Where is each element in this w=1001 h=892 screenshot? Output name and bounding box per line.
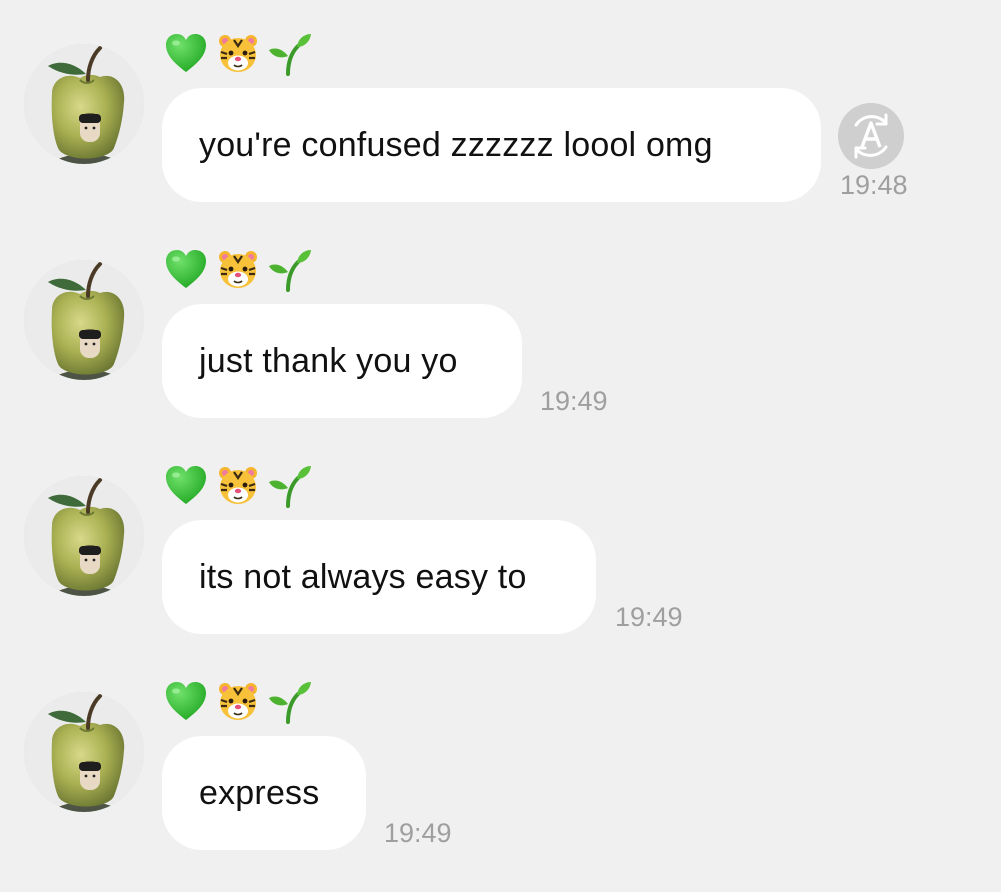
green-heart-icon	[164, 680, 208, 724]
sender-name[interactable]	[164, 30, 312, 78]
translate-icon[interactable]	[836, 101, 906, 171]
avatar[interactable]	[24, 692, 144, 812]
message-bubble[interactable]: you're confused zzzzzz loool omg	[162, 88, 821, 202]
message-row: its not always easy to 19:49	[0, 432, 1001, 648]
tiger-face-icon	[216, 680, 260, 724]
green-heart-icon	[164, 464, 208, 508]
green-heart-icon	[164, 32, 208, 76]
message-timestamp: 19:49	[540, 386, 608, 416]
tiger-face-icon	[216, 248, 260, 292]
avatar[interactable]	[24, 44, 144, 164]
sender-name[interactable]	[164, 246, 312, 294]
tiger-face-icon	[216, 464, 260, 508]
message-row: you're confused zzzzzz loool omg 19:48	[0, 0, 1001, 216]
seedling-icon	[268, 464, 312, 508]
tiger-face-icon	[216, 32, 260, 76]
green-heart-icon	[164, 248, 208, 292]
message-bubble[interactable]: express	[162, 736, 366, 850]
seedling-icon	[268, 248, 312, 292]
avatar[interactable]	[24, 260, 144, 380]
message-timestamp: 19:49	[384, 818, 452, 848]
message-bubble[interactable]: its not always easy to	[162, 520, 596, 634]
sender-name[interactable]	[164, 462, 312, 510]
avatar[interactable]	[24, 476, 144, 596]
message-bubble[interactable]: just thank you yo	[162, 304, 522, 418]
message-row: just thank you yo 19:49	[0, 216, 1001, 432]
chat-thread: you're confused zzzzzz loool omg 19:48 jus…	[0, 0, 1001, 892]
message-row: express 19:49	[0, 648, 1001, 864]
message-timestamp: 19:49	[615, 602, 683, 632]
sender-name[interactable]	[164, 678, 312, 726]
message-timestamp: 19:48	[840, 170, 908, 200]
seedling-icon	[268, 680, 312, 724]
seedling-icon	[268, 32, 312, 76]
